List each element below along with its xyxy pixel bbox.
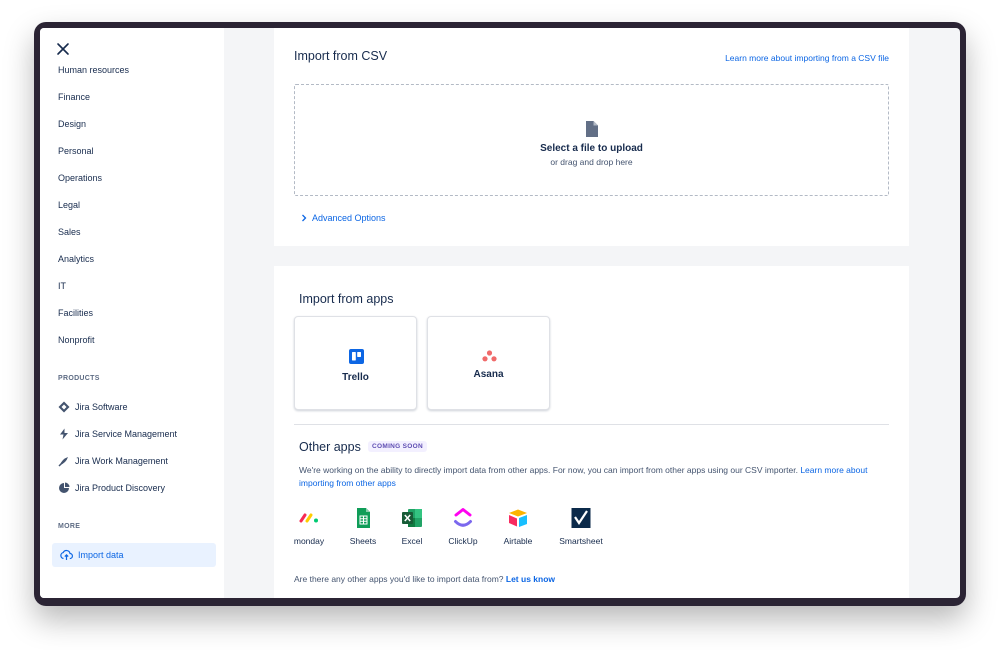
sidebar-item-design[interactable]: Design — [58, 118, 86, 130]
csv-title: Import from CSV — [294, 49, 388, 63]
sidebar-item-it[interactable]: IT — [58, 280, 66, 292]
advanced-options-label: Advanced Options — [312, 213, 386, 223]
other-app-label: monday — [293, 536, 325, 546]
sidebar-item-operations[interactable]: Operations — [58, 172, 102, 184]
sidebar-item-human-resources[interactable]: Human resources — [58, 64, 129, 76]
chevron-right-icon — [302, 214, 307, 222]
app-screen: Human resources Finance Design Personal … — [40, 28, 960, 598]
sidebar-item-finance[interactable]: Finance — [58, 91, 90, 103]
sidebar-item-jira-work-management[interactable]: Jira Work Management — [58, 455, 168, 467]
asana-icon — [482, 350, 497, 362]
excel-icon — [402, 509, 422, 527]
sidebar-item-import-data[interactable]: Import data — [52, 543, 216, 567]
jira-product-discovery-icon — [59, 482, 70, 493]
file-dropzone[interactable]: Select a file to upload or drag and drop… — [294, 84, 889, 196]
other-app-label: Sheets — [349, 536, 377, 546]
dropzone-subtitle: or drag and drop here — [550, 157, 633, 167]
sidebar-item-facilities[interactable]: Facilities — [58, 307, 93, 319]
sidebar-item-jira-product-discovery[interactable]: Jira Product Discovery — [58, 482, 165, 494]
sidebar-item-personal[interactable]: Personal — [58, 145, 94, 157]
sidebar-item-nonprofit[interactable]: Nonprofit — [58, 334, 95, 346]
other-apps-description: We're working on the ability to directly… — [299, 464, 884, 489]
sidebar-item-label: Import data — [78, 550, 124, 560]
close-icon[interactable] — [54, 40, 72, 58]
sidebar-item-label: Jira Product Discovery — [75, 483, 166, 493]
other-app-monday: monday — [284, 507, 334, 546]
description-text: We're working on the ability to directly… — [299, 465, 798, 475]
other-app-label: Smartsheet — [559, 536, 603, 546]
other-apps-title: Other apps — [299, 440, 361, 454]
sidebar-item-label: Jira Service Management — [75, 429, 178, 439]
jira-service-management-icon — [60, 428, 68, 440]
tile-label: Trello — [342, 372, 369, 383]
let-us-know-link[interactable]: Let us know — [506, 574, 555, 584]
more-heading: MORE — [58, 523, 81, 530]
apps-import-card: Import from apps Trello Asana Other apps… — [274, 266, 909, 598]
file-icon — [586, 121, 598, 137]
trello-tile[interactable]: Trello — [294, 316, 417, 410]
sidebar-item-sales[interactable]: Sales — [58, 226, 81, 238]
other-app-sheets: Sheets — [338, 507, 388, 546]
device-frame: Human resources Finance Design Personal … — [34, 22, 966, 606]
sidebar-item-jira-software[interactable]: Jira Software — [58, 401, 128, 413]
dropzone-title: Select a file to upload — [540, 143, 643, 154]
other-app-excel: Excel — [387, 507, 437, 546]
sidebar-item-legal[interactable]: Legal — [58, 199, 80, 211]
jira-software-icon — [58, 401, 70, 413]
products-heading: PRODUCTS — [58, 375, 100, 382]
advanced-options-toggle[interactable]: Advanced Options — [301, 213, 386, 223]
sidebar: Human resources Finance Design Personal … — [40, 28, 224, 598]
jira-work-management-icon — [58, 457, 68, 467]
cloud-upload-icon — [60, 549, 73, 560]
coming-soon-badge: COMING SOON — [368, 441, 427, 452]
sidebar-item-analytics[interactable]: Analytics — [58, 253, 94, 265]
asana-tile[interactable]: Asana — [427, 316, 550, 410]
csv-import-card: Import from CSV Learn more about importi… — [274, 28, 909, 246]
feedback-prompt: Are there any other apps you'd like to i… — [294, 574, 555, 584]
csv-learn-more-link[interactable]: Learn more about importing from a CSV fi… — [725, 53, 889, 63]
other-app-label: Excel — [401, 536, 423, 546]
other-app-label: Airtable — [503, 536, 533, 546]
clickup-icon — [454, 508, 472, 527]
apps-title: Import from apps — [299, 292, 394, 306]
other-app-airtable: Airtable — [493, 507, 543, 546]
monday-icon — [299, 513, 318, 523]
other-app-smartsheet: Smartsheet — [556, 507, 606, 546]
google-sheets-icon — [357, 508, 370, 528]
airtable-icon — [509, 509, 527, 527]
trello-icon — [349, 349, 364, 364]
sidebar-item-jira-service-management[interactable]: Jira Service Management — [58, 428, 177, 440]
tile-label: Asana — [473, 369, 504, 380]
sidebar-item-label: Jira Software — [75, 402, 128, 412]
other-app-clickup: ClickUp — [438, 507, 488, 546]
smartsheet-icon — [571, 508, 591, 528]
other-app-label: ClickUp — [448, 536, 478, 546]
section-divider — [294, 424, 889, 425]
sidebar-item-label: Jira Work Management — [75, 456, 168, 466]
feedback-text: Are there any other apps you'd like to i… — [294, 574, 504, 584]
